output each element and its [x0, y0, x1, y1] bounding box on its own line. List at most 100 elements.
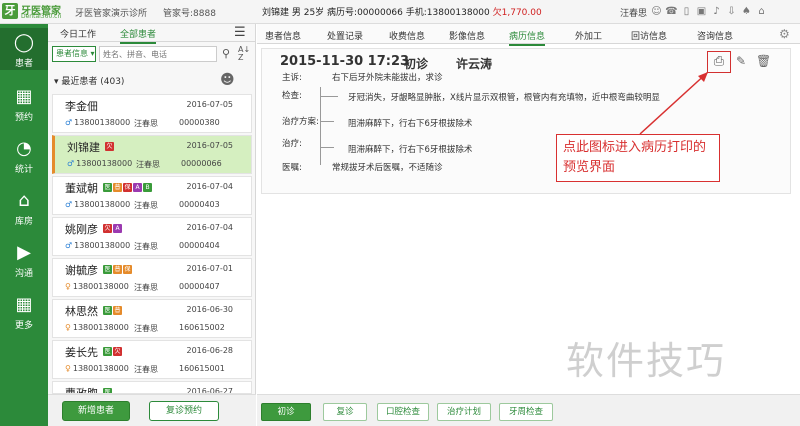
field-value: 常规拔牙术后医嘱，不适随诊	[332, 163, 443, 173]
search-filter-select[interactable]: 患者信息 ▾	[52, 46, 96, 62]
visit-date: 2016-06-30	[186, 305, 234, 314]
treatment-plan-button[interactable]: 治疗计划	[437, 403, 491, 421]
clinic-name: 牙医管家演示诊所	[75, 9, 148, 19]
patient-row[interactable]: 曹政煦 医 2016-06-27	[52, 381, 252, 394]
patient-row[interactable]: 姚刚彦 欠A 2016-07-04 ♂ 13800138000 汪春思 00000…	[52, 217, 252, 256]
left-nav: ◯ 患者 ▦ 预约 ◔ 统计 ⌂ 库房 ▶ 沟通 ▦ 更多	[0, 24, 48, 426]
tab-today-work[interactable]: 今日工作	[60, 27, 96, 40]
annotation-callout: 点此图标进入病历打印的预览界面	[556, 134, 720, 182]
download-icon[interactable]: ⇩	[725, 3, 738, 20]
tab-all-patients[interactable]: 全部患者	[120, 27, 157, 44]
bell-icon[interactable]: ♪	[710, 3, 723, 20]
tab-billing[interactable]: 收费信息	[389, 29, 425, 42]
periodontal-exam-button[interactable]: 牙周检查	[499, 403, 553, 421]
tab-medical-records[interactable]: 病历信息	[509, 29, 546, 46]
tab-imaging[interactable]: 影像信息	[449, 29, 485, 42]
tab-patient-info[interactable]: 患者信息	[265, 29, 301, 42]
notification-icon[interactable]: ▣	[695, 3, 708, 20]
tablet-icon[interactable]: ▯	[680, 3, 693, 20]
hamburger-menu-icon[interactable]: ☰	[234, 26, 248, 40]
patient-tag: 医	[103, 347, 112, 356]
male-icon: ♂	[65, 200, 73, 209]
patient-tag: 保	[123, 183, 132, 192]
edit-icon[interactable]: ✎	[736, 53, 750, 69]
revisit-button[interactable]: 复诊	[323, 403, 367, 421]
current-user[interactable]: 汪春思	[620, 6, 647, 19]
search-row: 患者信息 ▾ ⚲ A↓Z	[52, 46, 252, 62]
tab-follow-up[interactable]: 回访信息	[631, 29, 667, 42]
visit-date: 2016-07-04	[186, 223, 234, 232]
visit-date: 2016-06-28	[186, 346, 234, 355]
delete-icon[interactable]: 🗑	[756, 53, 771, 69]
nav-warehouse[interactable]: ⌂ 库房	[0, 186, 48, 228]
tab-consultation[interactable]: 咨询信息	[697, 29, 733, 42]
main-tabs: 患者信息 处置记录 收费信息 影像信息 病历信息 外加工 回访信息 咨询信息 ⚙	[257, 24, 800, 46]
list-button-bar: 新增患者 复诊预约	[48, 394, 256, 426]
group-title: ▾ 最近患者 (403)	[54, 77, 125, 87]
home-icon[interactable]: ⌂	[755, 3, 768, 20]
field-value: 阻滞麻醉下，行右下6牙根拔除术	[348, 119, 473, 129]
patient-doctor: 汪春思	[134, 242, 158, 251]
patient-row[interactable]: 姜长先 医欠 2016-06-28 ♀ 13800138000 汪春思 16061…	[52, 340, 252, 379]
grid-icon: ▦	[15, 294, 33, 315]
field-value: 牙冠消失，牙龈略显肿胀，X线片显示双根管，根管内有充填物，近中根弯曲较明显	[348, 93, 660, 103]
print-icon[interactable]: ⎙	[707, 51, 731, 73]
patient-doctor: 汪春思	[136, 160, 160, 169]
search-input[interactable]	[99, 46, 217, 62]
warehouse-icon: ⌂	[18, 190, 30, 211]
nav-more[interactable]: ▦ 更多	[0, 290, 48, 332]
oral-exam-button[interactable]: 口腔检查	[377, 403, 429, 421]
patient-row[interactable]: 林思然 医普 2016-06-30 ♀ 13800138000 汪春思 16061…	[52, 299, 252, 338]
patient-row[interactable]: 李金佃 2016-07-05 ♂ 13800138000 汪春思 00000380	[52, 94, 252, 133]
patient-tag: 普	[113, 265, 122, 274]
tooth-chart-hline	[320, 147, 334, 148]
female-icon: ♀	[65, 282, 71, 291]
patient-row[interactable]: 谢毓彦 医普保 2016-07-01 ♀ 13800138000 汪春思 0000…	[52, 258, 252, 297]
field-label: 检查:	[282, 91, 302, 101]
search-icon[interactable]: ⚲	[222, 47, 234, 61]
shirt-icon[interactable]: ♠	[740, 3, 753, 20]
patient-row[interactable]: 董斌朝 医普保AB 2016-07-04 ♂ 13800138000 汪春思 00…	[52, 176, 252, 215]
patient-row-selected[interactable]: 刘锦建 欠 2016-07-05 ♂ 13800138000 汪春思 000000…	[52, 135, 252, 174]
patient-doctor: 汪春思	[134, 365, 158, 374]
patient-id: 00000407	[179, 282, 220, 291]
nav-communication[interactable]: ▶ 沟通	[0, 238, 48, 280]
patient-id: 160615001	[179, 364, 225, 373]
nav-appointments[interactable]: ▦ 预约	[0, 82, 48, 124]
visit-date: 2016-07-05	[186, 141, 234, 150]
people-icon[interactable]: ☻	[220, 71, 238, 89]
user-icon[interactable]: ☺	[650, 3, 663, 20]
patient-phone: ♂ 13800138000	[65, 241, 131, 250]
nav-patients[interactable]: ◯ 患者	[0, 28, 48, 70]
first-visit-button[interactable]: 初诊	[261, 403, 311, 421]
nav-label: 库房	[14, 217, 33, 227]
nav-label: 统计	[14, 165, 33, 175]
balance-due: 欠1,770.00	[492, 8, 542, 18]
patient-name: 姚刚彦	[65, 223, 98, 236]
sort-icon[interactable]: A↓ Z	[238, 46, 252, 62]
female-icon: ♀	[65, 323, 71, 332]
patient-tag: 医	[103, 183, 112, 192]
recent-patients-group[interactable]: ▾ 最近患者 (403) ☻	[48, 70, 256, 90]
patient-name: 董斌朝	[65, 182, 98, 195]
tab-outsourcing[interactable]: 外加工	[575, 29, 602, 42]
gear-icon[interactable]: ⚙	[779, 27, 793, 41]
field-label: 医嘱:	[282, 163, 302, 173]
patient-tags: 欠	[105, 142, 114, 152]
tab-treatment-records[interactable]: 处置记录	[327, 29, 363, 42]
patient-tags: 医普	[103, 306, 122, 316]
nav-statistics[interactable]: ◔ 统计	[0, 134, 48, 176]
record-visit-type: 初诊	[404, 57, 429, 71]
revisit-appointment-button[interactable]: 复诊预约	[149, 401, 219, 421]
current-patient-summary: 刘锦建 男 25岁 病历号:00000066 手机:13800138000 欠1…	[262, 5, 542, 18]
new-patient-button[interactable]: 新增患者	[62, 401, 130, 421]
patient-tag: 普	[113, 183, 122, 192]
patient-id: 00000404	[179, 241, 220, 250]
visit-date: 2016-06-27	[186, 387, 234, 394]
patient-tag: A	[133, 183, 142, 192]
patient-doctor: 汪春思	[134, 119, 158, 128]
patient-summary-text: 刘锦建 男 25岁 病历号:00000066 手机:13800138000	[262, 8, 490, 18]
logo-mark: 牙	[2, 3, 18, 19]
phone-icon[interactable]: ☎	[665, 3, 678, 20]
patient-name: 谢毓彦	[65, 264, 98, 277]
